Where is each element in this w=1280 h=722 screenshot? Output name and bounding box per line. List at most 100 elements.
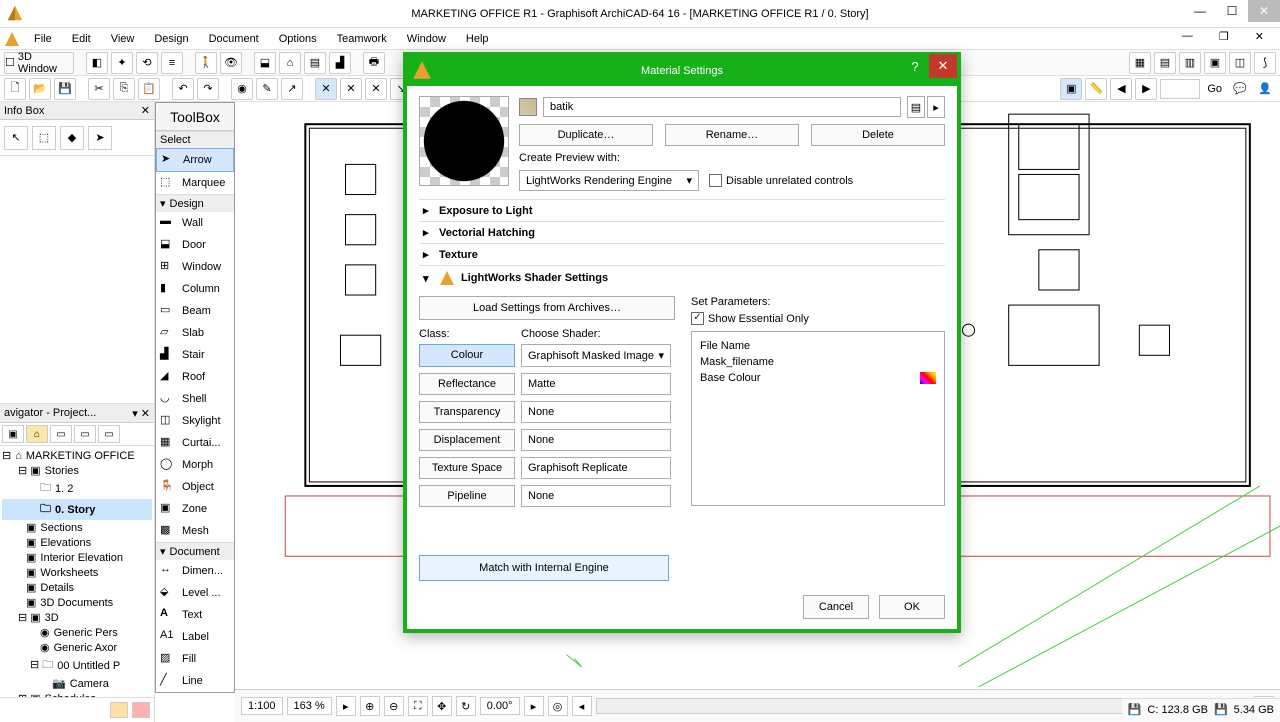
close-button[interactable]: ✕ <box>1248 0 1280 22</box>
tree-camera[interactable]: 📷 Camera <box>2 676 152 691</box>
redo-icon[interactable]: ↷ <box>197 78 219 100</box>
duplicate-button[interactable]: Duplicate… <box>519 124 653 146</box>
cut-icon[interactable]: ✂ <box>88 78 110 100</box>
class-texture-space[interactable]: Texture Space <box>419 457 515 479</box>
tree-3d[interactable]: ⊟ ▣ 3D <box>2 610 152 625</box>
load-settings-button[interactable]: Load Settings from Archives… <box>419 296 675 320</box>
home-icon[interactable]: ⌂ <box>279 52 301 74</box>
param-base-colour[interactable]: Base Colour <box>700 370 936 386</box>
nav-new-icon[interactable] <box>110 702 128 718</box>
scroll-left-icon[interactable]: ◂ <box>572 696 592 716</box>
shader-texture-space[interactable]: Graphisoft Replicate <box>521 457 671 479</box>
zoom-field[interactable]: 163 % <box>287 697 332 715</box>
nav-btn-2[interactable]: ⌂ <box>26 425 48 443</box>
material-library-icon[interactable]: ▤ <box>907 96 925 118</box>
angle-field[interactable]: 0.00° <box>480 697 520 715</box>
info-tool-2[interactable]: ⬚ <box>32 126 56 150</box>
chat-icon[interactable]: 💬 <box>1229 78 1251 100</box>
tool-stair[interactable]: ▟Stair <box>156 344 234 366</box>
menu-document[interactable]: Document <box>199 33 269 45</box>
material-next-icon[interactable]: ▸ <box>927 96 945 118</box>
menu-design[interactable]: Design <box>144 33 198 45</box>
cancel-button[interactable]: Cancel <box>803 595 869 619</box>
rename-button[interactable]: Rename… <box>665 124 799 146</box>
tool-level[interactable]: ⬙Level ... <box>156 582 234 604</box>
sect-hatching[interactable]: ▸Vectorial Hatching <box>419 221 945 243</box>
person-icon[interactable]: 👤 <box>1254 78 1276 100</box>
class-colour[interactable]: Colour <box>419 344 515 367</box>
info-tool-3[interactable]: ◆ <box>60 126 84 150</box>
material-name-field[interactable]: batik <box>543 97 901 117</box>
tool-label[interactable]: A1Label <box>156 626 234 648</box>
zoom-nav-icon[interactable]: ▸ <box>336 696 356 716</box>
info-tool-1[interactable]: ↖ <box>4 126 28 150</box>
nav-btn-3[interactable]: ▭ <box>50 425 72 443</box>
dialog-close-icon[interactable]: ✕ <box>929 54 957 78</box>
tool-text[interactable]: AText <box>156 604 234 626</box>
rtool-3[interactable]: ▥ <box>1179 52 1201 74</box>
menu-file[interactable]: File <box>24 33 62 45</box>
tool-line[interactable]: ╱Line <box>156 670 234 692</box>
tool-btn-4[interactable]: ≡ <box>161 52 183 74</box>
tool-zone[interactable]: ▣Zone <box>156 498 234 520</box>
maximize-button[interactable]: ☐ <box>1216 0 1248 22</box>
sect-texture[interactable]: ▸Texture <box>419 243 945 265</box>
shader-displacement[interactable]: None <box>521 429 671 451</box>
shader-colour-select[interactable]: Graphisoft Masked Image▾ <box>521 344 671 367</box>
view-mode-icon[interactable]: ▣ <box>1060 78 1082 100</box>
tree-root[interactable]: ⊟⌂ MARKETING OFFICE <box>2 448 152 463</box>
disable-unrelated-checkbox[interactable] <box>709 174 722 187</box>
snap-2-icon[interactable]: ✕ <box>340 78 362 100</box>
rtool-4[interactable]: ▣ <box>1204 52 1226 74</box>
rtool-6[interactable]: ⟆ <box>1254 52 1276 74</box>
menu-view[interactable]: View <box>101 33 145 45</box>
paste-icon[interactable]: 📋 <box>138 78 160 100</box>
doc-close-icon[interactable]: ✕ <box>1245 30 1274 43</box>
story-icon[interactable]: ▤ <box>304 52 326 74</box>
param-file[interactable]: File Name <box>700 338 936 354</box>
walk-icon[interactable]: 🚶 <box>195 52 217 74</box>
class-transparency[interactable]: Transparency <box>419 401 515 423</box>
tool-arrow[interactable]: ➤Arrow <box>156 148 234 172</box>
menu-options[interactable]: Options <box>269 33 327 45</box>
tool-mesh[interactable]: ▩Mesh <box>156 520 234 542</box>
syringe-icon[interactable]: ↗ <box>281 78 303 100</box>
sect-shader[interactable]: ▾ LightWorks Shader Settings <box>419 265 945 290</box>
menu-help[interactable]: Help <box>456 33 499 45</box>
info-pointer-icon[interactable]: ➤ <box>88 126 112 150</box>
eyedrop-icon[interactable]: ✎ <box>256 78 278 100</box>
undo-icon[interactable]: ↶ <box>172 78 194 100</box>
explore-icon[interactable]: 👁 <box>220 52 242 74</box>
match-engine-button[interactable]: Match with Internal Engine <box>419 555 669 581</box>
tree-story-1[interactable]: 🗀 1. 2 <box>2 478 152 499</box>
tool-dimension[interactable]: ↔Dimen... <box>156 560 234 582</box>
ok-button[interactable]: OK <box>879 595 945 619</box>
stairs-icon[interactable]: ▟ <box>329 52 351 74</box>
tool-curtain[interactable]: ▦Curtai... <box>156 432 234 454</box>
tool-btn-1[interactable]: ◧ <box>86 52 108 74</box>
tool-btn-2[interactable]: ✦ <box>111 52 133 74</box>
tree-story-0[interactable]: 🗀 0. Story <box>2 499 152 520</box>
tree-interior[interactable]: ▣ Interior Elevation <box>2 550 152 565</box>
toolbox-sect-document[interactable]: ▾ Document <box>156 542 234 560</box>
misc-1-icon[interactable]: ◎ <box>548 696 568 716</box>
zoom-out-icon[interactable]: ⊖ <box>384 696 404 716</box>
navigator-menu-icon[interactable]: ▾ ✕ <box>132 407 150 420</box>
rtool-2[interactable]: ▤ <box>1154 52 1176 74</box>
param-mask[interactable]: Mask_filename <box>700 354 936 370</box>
tree-3ddocs[interactable]: ▣ 3D Documents <box>2 595 152 610</box>
menu-teamwork[interactable]: Teamwork <box>327 33 397 45</box>
tree-elevations[interactable]: ▣ Elevations <box>2 535 152 550</box>
tree-stories[interactable]: ⊟ ▣ Stories <box>2 463 152 478</box>
snap-3-icon[interactable]: ✕ <box>365 78 387 100</box>
tool-column[interactable]: ▮Column <box>156 278 234 300</box>
material-swatch[interactable] <box>519 98 537 116</box>
angle-nav-icon[interactable]: ▸ <box>524 696 544 716</box>
tree-worksheets[interactable]: ▣ Worksheets <box>2 565 152 580</box>
toolbox-sect-design[interactable]: ▾ Design <box>156 194 234 212</box>
tool-fill[interactable]: ▨Fill <box>156 648 234 670</box>
zoom-in-icon[interactable]: ⊕ <box>360 696 380 716</box>
minimize-button[interactable]: — <box>1184 0 1216 22</box>
essential-checkbox[interactable] <box>691 312 704 325</box>
tool-roof[interactable]: ◢Roof <box>156 366 234 388</box>
